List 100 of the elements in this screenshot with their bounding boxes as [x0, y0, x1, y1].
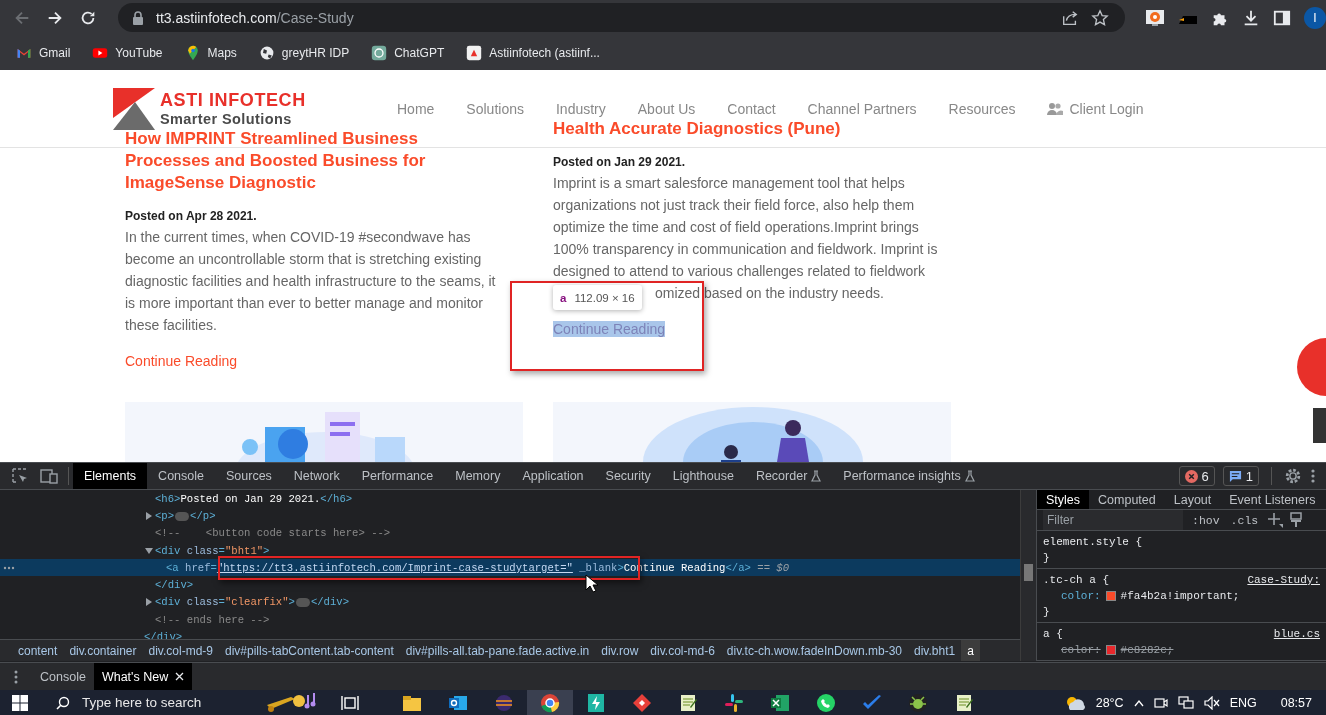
bookmark[interactable]: Maps	[180, 42, 241, 63]
nav-link[interactable]: About Us	[621, 100, 712, 117]
expand-arrow-icon[interactable]	[145, 598, 153, 607]
settings-icon[interactable]	[1284, 467, 1302, 485]
browser-icon[interactable]	[540, 692, 560, 713]
share-icon[interactable]	[1061, 8, 1079, 27]
breadcrumb[interactable]: div.bht1	[908, 640, 962, 661]
breadcrumb[interactable]: div#pills-all.tab-pane.fade.active.in	[399, 640, 596, 661]
notepad-icon[interactable]	[954, 692, 974, 713]
devtools-tab[interactable]: Console	[147, 463, 215, 489]
hover-state-toggle[interactable]: :hov	[1190, 513, 1222, 527]
breadcrumb[interactable]: content	[0, 640, 64, 661]
devtools-tab[interactable]: Elements	[73, 463, 148, 489]
bookmark[interactable]: YouTube	[88, 42, 167, 63]
paint-brush-icon[interactable]	[1290, 512, 1303, 528]
class-toggle[interactable]: .cls	[1228, 513, 1261, 527]
expand-arrow-icon[interactable]	[145, 546, 153, 555]
breadcrumb[interactable]: div.container	[63, 640, 143, 661]
add-rule-icon[interactable]	[1267, 512, 1284, 528]
breadcrumb[interactable]: div.col-md-9	[142, 640, 219, 661]
star-icon[interactable]	[1091, 8, 1109, 27]
chat-button[interactable]	[1297, 338, 1326, 396]
caret-up-icon[interactable]	[1133, 698, 1144, 707]
error-count-badge[interactable]: 6	[1178, 466, 1215, 486]
close-icon[interactable]	[175, 672, 185, 681]
panel-tab[interactable]: Computed	[1089, 490, 1165, 509]
panel-tab[interactable]: Event Listeners	[1220, 490, 1325, 509]
breadcrumb[interactable]: div.tc-ch.wow.fadeInDown.mb-30	[720, 640, 909, 661]
nav-link[interactable]: Resources	[932, 100, 1032, 117]
inspect-element-icon[interactable]	[12, 468, 28, 484]
logo-icon[interactable]	[113, 87, 155, 130]
code-line[interactable]: <h6>Posted on Jan 29 2021.</h6>	[155, 492, 353, 505]
code-line[interactable]: <div class="clearfix"> </div>	[155, 596, 350, 609]
breadcrumb[interactable]: a	[961, 640, 980, 661]
devtools-tab[interactable]: Performance	[350, 463, 445, 489]
code-line[interactable]: <div class="bht1">	[155, 544, 270, 557]
network-icon[interactable]	[1177, 695, 1194, 710]
devtools-tab[interactable]: Lighthouse	[661, 463, 745, 489]
bug-icon[interactable]	[908, 692, 928, 713]
devtools-tab[interactable]: Network	[282, 463, 351, 489]
logo-title[interactable]: ASTI INFOTECH	[160, 89, 306, 110]
nav-link[interactable]: Channel Partners	[791, 100, 933, 117]
more-options-icon[interactable]	[1310, 468, 1316, 484]
sphere-icon[interactable]	[494, 692, 514, 713]
expand-arrow-icon[interactable]	[145, 511, 153, 520]
input-language[interactable]: ENG	[1229, 695, 1257, 710]
nav-link[interactable]: Solutions	[450, 100, 540, 117]
drawer-tab[interactable]: What's New	[93, 663, 193, 690]
devtools-tab[interactable]: Application	[511, 463, 595, 489]
phone-chat-icon[interactable]	[816, 692, 836, 713]
panel-tab[interactable]: Layout	[1164, 490, 1221, 509]
lock-icon[interactable]	[132, 10, 144, 25]
devtools-tab[interactable]: Memory	[444, 463, 512, 489]
speaker-muted-icon[interactable]	[1203, 695, 1220, 710]
profile-avatar[interactable]: I	[1304, 6, 1326, 29]
lightning-icon[interactable]	[586, 692, 606, 713]
color-swatch[interactable]	[1105, 645, 1116, 655]
ellipsis-icon[interactable]	[3, 566, 15, 571]
code-line[interactable]: <p> </p>	[155, 509, 216, 522]
temperature[interactable]: 28°C	[1095, 695, 1124, 710]
breadcrumb[interactable]: div#pills-tabContent.tab-content	[219, 640, 400, 661]
color-swatch[interactable]	[1105, 591, 1116, 601]
breadcrumb[interactable]: div.col-md-6	[644, 640, 721, 661]
panel-tab[interactable]: Styles	[1037, 490, 1090, 509]
nav-link[interactable]: Contact	[711, 100, 792, 117]
notepad-icon[interactable]	[678, 692, 698, 713]
task-view-icon[interactable]	[341, 694, 359, 711]
devtools-tab[interactable]: Recorder	[744, 463, 833, 489]
devtools-tab[interactable]: Sources	[215, 463, 283, 489]
continue-reading-link[interactable]: Continue Reading	[125, 353, 238, 369]
clock[interactable]: 08:57	[1280, 695, 1312, 710]
nav-link[interactable]: Client Login	[1031, 100, 1160, 117]
nav-link[interactable]: Home	[381, 100, 451, 117]
message-count-badge[interactable]: 1	[1222, 466, 1259, 486]
bookmark[interactable]: Gmail	[12, 42, 75, 63]
side-panel-icon[interactable]	[1273, 8, 1291, 27]
code-line[interactable]: <!-- <button code starts here> -->	[155, 527, 391, 540]
devtools-tab[interactable]: Performance insights	[832, 463, 986, 489]
device-toolbar-icon[interactable]	[40, 468, 58, 484]
hash-grid-icon[interactable]	[724, 692, 744, 713]
devtools-tab[interactable]: Security	[594, 463, 662, 489]
nav-link[interactable]: Industry	[539, 100, 622, 117]
scrollbar[interactable]	[1020, 490, 1036, 661]
diamond-icon[interactable]	[632, 692, 652, 713]
address-bar[interactable]: tt3.astiinfotech.com/Case-Study	[118, 3, 1125, 32]
bookmark[interactable]: ChatGPT	[367, 42, 449, 63]
windows-start-icon[interactable]	[12, 694, 28, 711]
bookmark[interactable]: Astiinfotech (astiinf...	[462, 42, 604, 63]
source-link[interactable]: Case-Study:	[1247, 572, 1320, 588]
more-options-icon[interactable]	[14, 669, 18, 684]
filter-field[interactable]: Filter	[1043, 510, 1183, 530]
bookmark[interactable]: greytHR IDP	[254, 42, 354, 63]
drawer-tab[interactable]: Console	[32, 663, 94, 690]
spreadsheet-icon[interactable]	[770, 692, 790, 713]
monitor-icon[interactable]	[1145, 7, 1165, 28]
code-line[interactable]: </div>	[155, 579, 194, 592]
source-link[interactable]: blue.cs	[1273, 626, 1320, 642]
code-line[interactable]: <!-- ends here -->	[155, 613, 270, 626]
camera-icon[interactable]	[1153, 695, 1168, 710]
download-icon[interactable]	[1242, 8, 1260, 27]
